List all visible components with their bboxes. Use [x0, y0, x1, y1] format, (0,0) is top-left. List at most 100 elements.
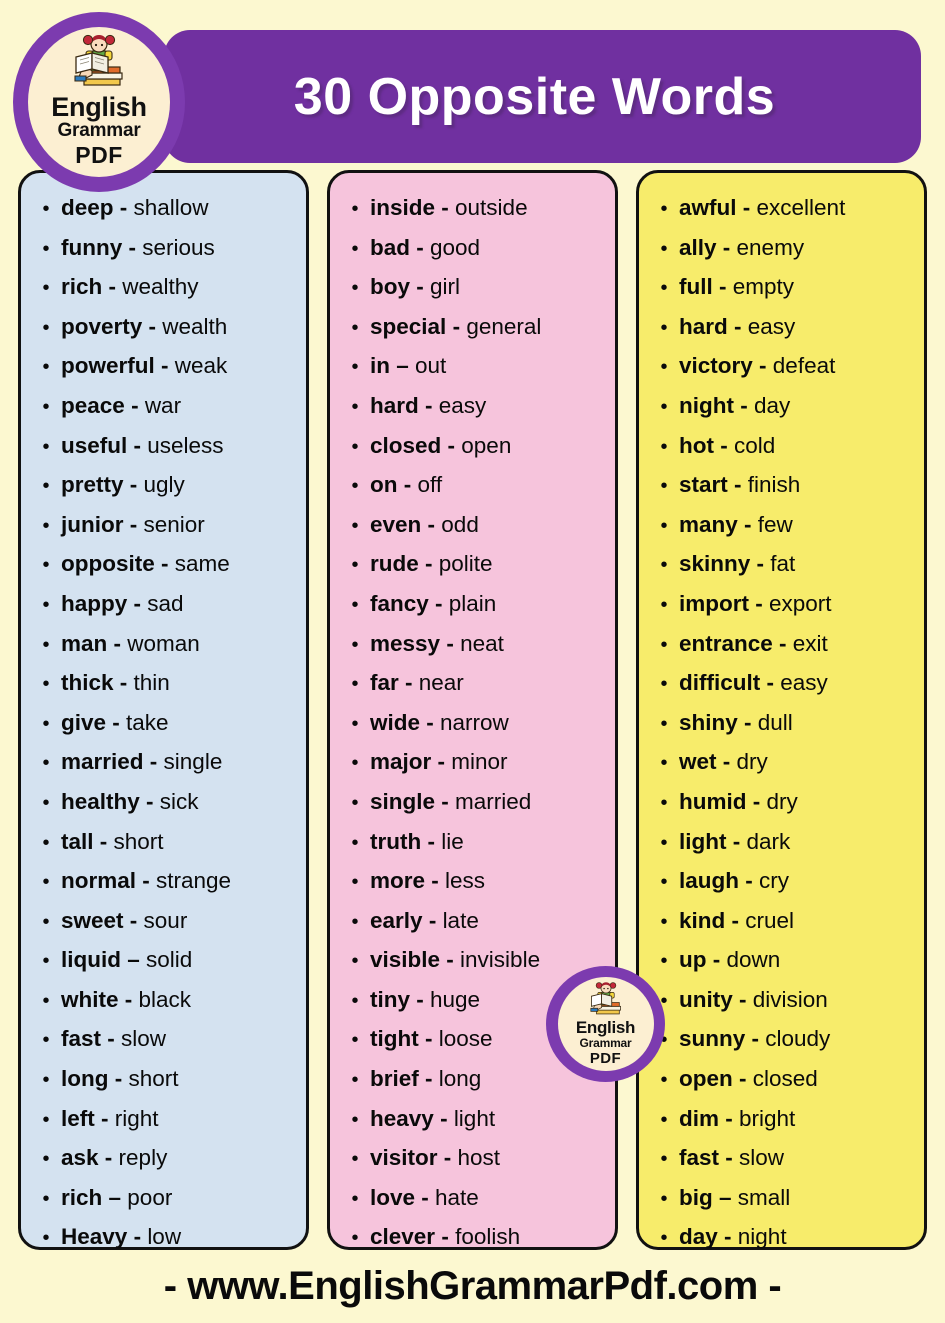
word-opposite: enemy: [736, 234, 805, 260]
word-separator: -: [732, 986, 753, 1012]
word-separator: -: [418, 1026, 439, 1052]
word-pair: wet - dry: [679, 743, 768, 782]
word-term: heavy: [370, 1105, 434, 1131]
word-term: poverty: [61, 313, 143, 339]
word-term: inside: [370, 195, 436, 220]
logo-line-grammar-small: Grammar: [579, 1035, 632, 1050]
header-bar: 30 Opposite Words: [164, 30, 921, 163]
word-pair-item: • in – out: [340, 347, 607, 387]
word-term: brief: [370, 1066, 419, 1092]
word-opposite: open: [461, 432, 512, 458]
word-opposite: off: [417, 472, 443, 498]
word-term: entrance: [679, 630, 773, 656]
bullet-icon: •: [351, 712, 359, 735]
word-pair: dim - bright: [679, 1100, 795, 1139]
word-term: white: [61, 986, 119, 1012]
word-separator: -: [93, 828, 114, 854]
bullet-icon: •: [660, 752, 668, 775]
word-separator: -: [733, 392, 754, 418]
word-pair: visitor - host: [370, 1139, 500, 1178]
word-term: ally: [679, 234, 717, 260]
word-opposite: finish: [747, 472, 801, 498]
word-pair: useful - useless: [61, 427, 224, 466]
bullet-icon: •: [42, 712, 50, 735]
logo-line-pdf: PDF: [75, 141, 123, 168]
word-pair: wide - narrow: [370, 704, 509, 743]
word-pair: pretty - ugly: [61, 466, 185, 505]
word-opposite: poor: [127, 1184, 173, 1210]
word-pair-item: • liquid – solid: [31, 941, 298, 981]
word-pair-item: • kind - cruel: [649, 902, 916, 942]
word-pair: truth - lie: [370, 823, 464, 862]
word-separator: -: [420, 709, 441, 735]
word-pair-item: • bad - good: [340, 229, 607, 269]
word-opposite: closed: [752, 1066, 818, 1092]
word-pair-item: • hard - easy: [649, 308, 916, 348]
word-opposite: polite: [438, 551, 493, 577]
word-opposite: cry: [759, 868, 789, 894]
word-separator: -: [410, 986, 431, 1012]
bullet-icon: •: [42, 831, 50, 854]
word-pair-item: • clever - foolish: [340, 1218, 607, 1258]
word-pair-item: • opposite - same: [31, 545, 298, 585]
bullet-icon: •: [660, 237, 668, 260]
website-url: - www.EnglishGrammarPdf.com -: [163, 1264, 782, 1308]
word-separator: -: [446, 313, 467, 339]
word-separator: -: [139, 788, 160, 814]
word-separator: -: [746, 788, 767, 814]
word-opposite: strange: [156, 868, 232, 894]
word-opposite: less: [445, 868, 486, 894]
bullet-icon: •: [660, 1148, 668, 1171]
word-term: boy: [370, 274, 411, 300]
word-term: hard: [370, 392, 419, 418]
word-pair: unity - division: [679, 981, 828, 1020]
word-pair: funny - serious: [61, 229, 215, 268]
word-pair-item: • unity - division: [649, 981, 916, 1021]
word-opposite: solid: [146, 947, 193, 973]
word-separator: -: [441, 432, 462, 458]
word-opposite: day: [753, 392, 791, 418]
word-separator: -: [107, 630, 128, 656]
logo-line-english-small: English: [575, 1018, 636, 1037]
word-pair-item: • fast - slow: [649, 1139, 916, 1179]
word-opposite: weak: [174, 353, 228, 379]
word-separator: -: [98, 1145, 119, 1171]
word-pair: victory - defeat: [679, 347, 835, 386]
word-pair: man - woman: [61, 625, 200, 664]
word-pair: even - odd: [370, 506, 479, 545]
word-pair: long - short: [61, 1060, 179, 1099]
word-opposite: late: [442, 907, 479, 933]
word-pair-item: • day - night: [649, 1218, 916, 1258]
word-term: love: [370, 1184, 416, 1210]
word-term: early: [370, 907, 423, 933]
word-pair-item: • hot - cold: [649, 427, 916, 467]
word-separator: -: [118, 986, 139, 1012]
word-term: dim: [679, 1105, 720, 1131]
bullet-icon: •: [42, 871, 50, 894]
word-pair: laugh - cry: [679, 862, 789, 901]
word-pair-item: • ask - reply: [31, 1139, 298, 1179]
word-term: man: [61, 630, 108, 656]
logo-line-english: English: [51, 92, 147, 122]
word-separator: –: [102, 1184, 128, 1210]
word-separator: -: [435, 195, 456, 220]
word-separator: -: [124, 392, 145, 418]
word-separator: –: [121, 947, 147, 973]
word-opposite: hate: [435, 1184, 479, 1210]
word-pair: poverty - wealth: [61, 308, 227, 347]
bullet-icon: •: [660, 356, 668, 379]
word-columns: • deep - shallow • funny - serious • rich - w…: [0, 170, 945, 1252]
bullet-icon: •: [351, 395, 359, 418]
word-separator: -: [410, 234, 431, 260]
word-opposite: division: [752, 986, 828, 1012]
word-pair: more - less: [370, 862, 485, 901]
bullet-icon: •: [42, 316, 50, 339]
word-term: open: [679, 1066, 733, 1092]
word-opposite: low: [147, 1224, 182, 1250]
word-pair: on - off: [370, 466, 442, 505]
bullet-icon: •: [351, 1069, 359, 1092]
word-term: thick: [61, 670, 114, 696]
word-pair: boy - girl: [370, 268, 460, 307]
word-opposite: sad: [147, 590, 184, 616]
word-pair: fancy - plain: [370, 585, 496, 624]
